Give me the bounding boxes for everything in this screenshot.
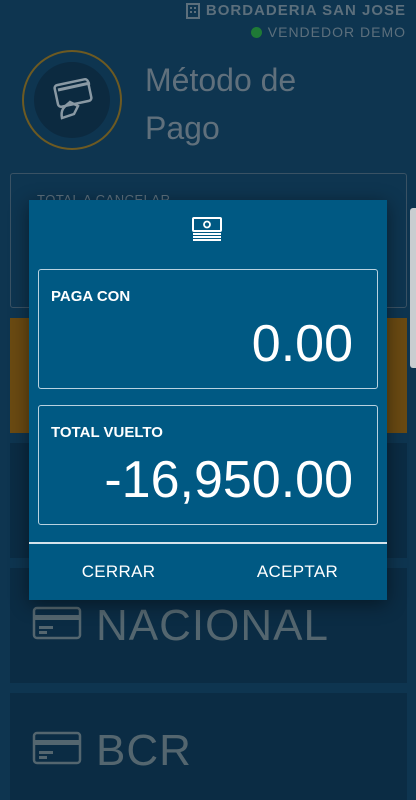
card-payment-icon xyxy=(53,78,93,120)
page-title: Método de Pago xyxy=(145,62,297,146)
method-name-bcr: BCR xyxy=(96,725,192,775)
change-value: -16,950.00 xyxy=(104,451,353,509)
payment-dialog: PAGA CON 0.00 TOTAL VUELTO -16,950.00 CE… xyxy=(29,200,387,600)
cash-icon xyxy=(191,216,223,247)
payment-logo xyxy=(22,50,122,150)
change-field: TOTAL VUELTO -16,950.00 xyxy=(38,405,378,525)
credit-card-icon xyxy=(32,606,82,645)
accept-button[interactable]: ACEPTAR xyxy=(208,544,387,600)
store-name-line: BORDADERIA SAN JOSE xyxy=(185,2,406,19)
method-name-nacional: NACIONAL xyxy=(96,600,329,650)
store-name: BORDADERIA SAN JOSE xyxy=(205,2,406,19)
seller-name: VENDEDOR DEMO xyxy=(267,24,406,40)
method-card-bcr[interactable]: BCR xyxy=(10,693,407,800)
building-icon xyxy=(185,2,200,19)
change-label: TOTAL VUELTO xyxy=(51,424,163,441)
pay-with-field[interactable]: PAGA CON 0.00 xyxy=(38,269,378,389)
pay-with-value[interactable]: 0.00 xyxy=(252,314,353,374)
close-button[interactable]: CERRAR xyxy=(29,544,208,600)
online-status-dot xyxy=(250,26,262,38)
pay-with-label: PAGA CON xyxy=(51,288,131,305)
seller-line: VENDEDOR DEMO xyxy=(250,24,406,40)
credit-card-icon xyxy=(32,731,82,770)
scrollbar[interactable] xyxy=(410,208,416,368)
